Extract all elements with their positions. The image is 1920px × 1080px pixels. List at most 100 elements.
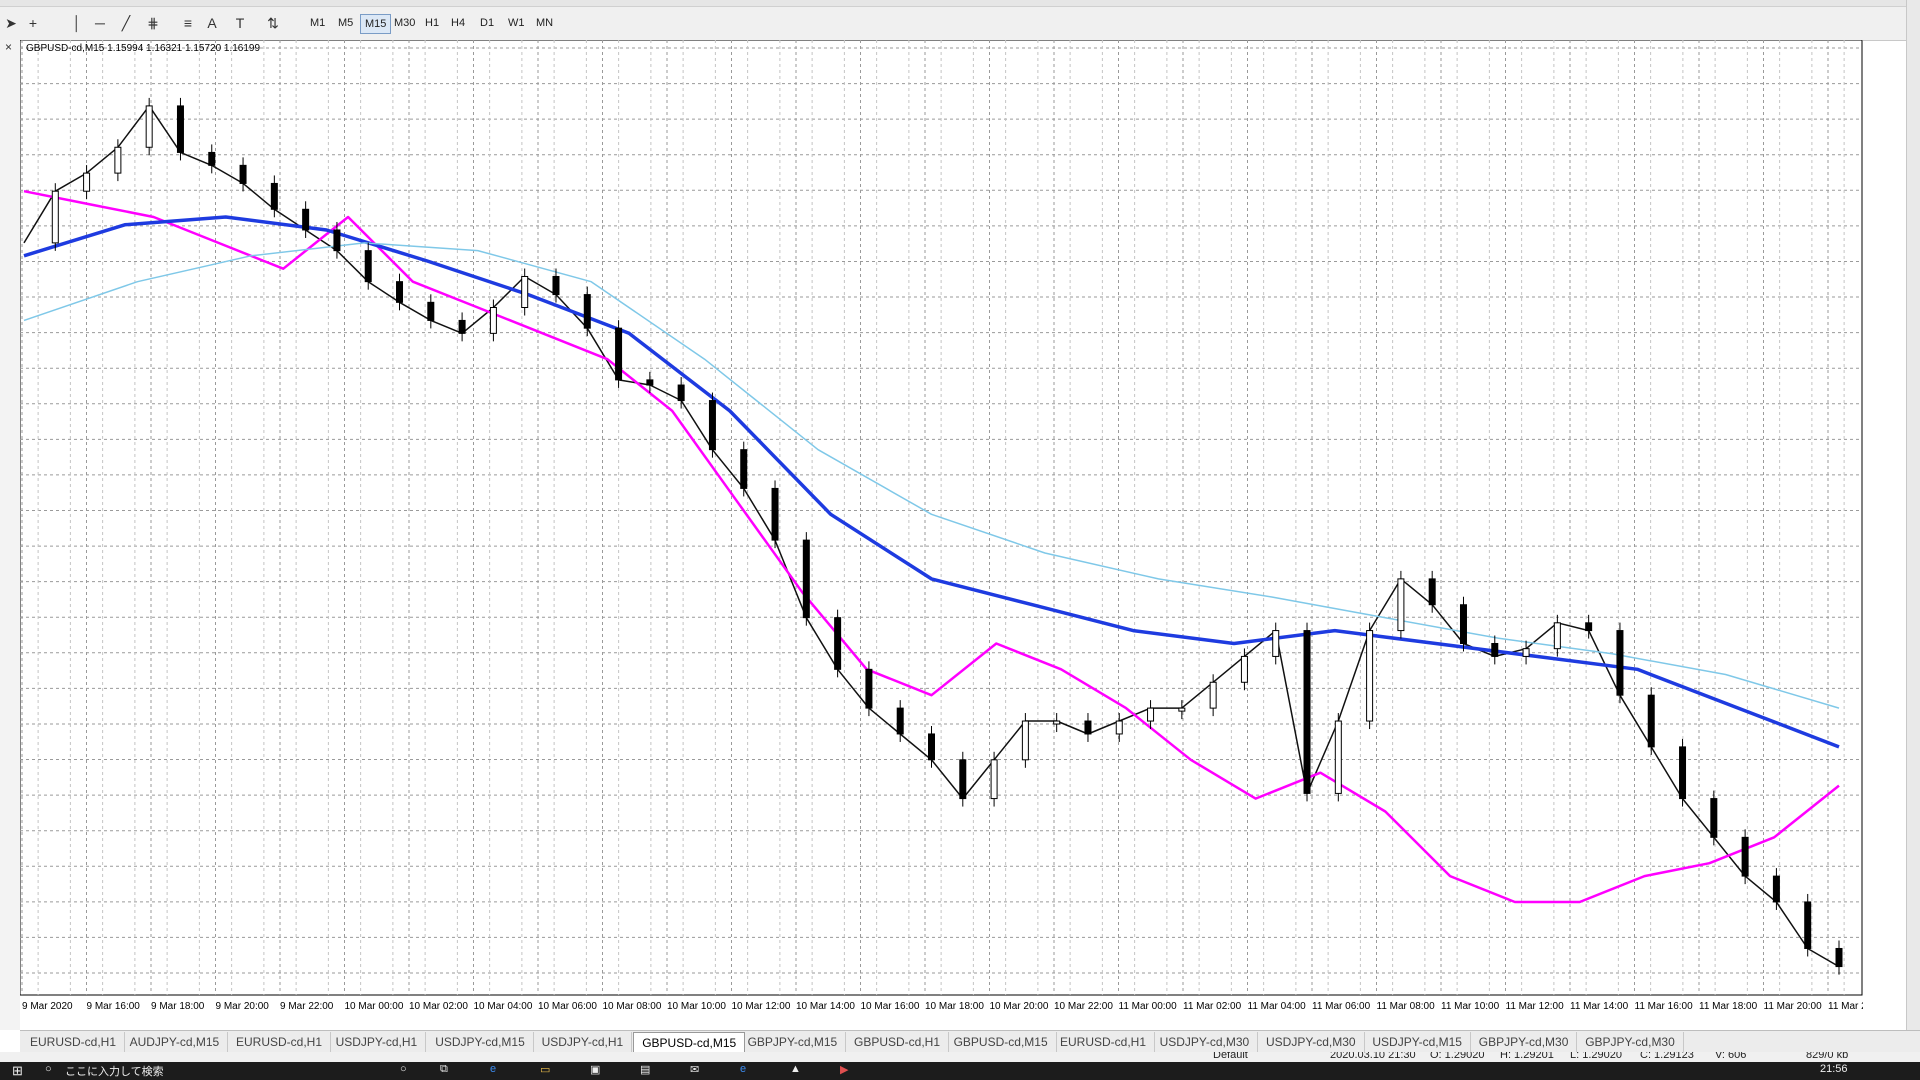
candle-body xyxy=(834,617,842,670)
time-label: 11 Mar 20:00 xyxy=(1764,1001,1823,1012)
candle-body xyxy=(865,668,873,709)
chart-tab[interactable]: GBPUSD-cd,M15 xyxy=(633,1032,746,1053)
text-icon[interactable]: A xyxy=(205,13,219,33)
candle-body xyxy=(1147,707,1155,722)
text-label-icon[interactable]: T xyxy=(232,13,248,33)
chart-tab[interactable]: EURUSD-cd,H1 xyxy=(228,1032,332,1052)
time-label: 11 Mar 14:00 xyxy=(1570,1001,1629,1012)
candle-body xyxy=(1459,604,1467,644)
trendline-icon[interactable]: ╱ xyxy=(118,13,134,33)
edge-icon[interactable]: e xyxy=(490,1063,496,1075)
right-scrollbar[interactable] xyxy=(1906,0,1920,1052)
app-icon[interactable]: ▤ xyxy=(640,1063,650,1076)
candle-body xyxy=(1647,694,1655,748)
status-profile: Default xyxy=(1213,1052,1248,1061)
candle-body xyxy=(1491,642,1499,657)
chart-tab[interactable]: USDJPY-cd,H1 xyxy=(534,1032,633,1052)
candle-body xyxy=(1585,622,1593,632)
candle-body xyxy=(740,449,748,489)
candle-body xyxy=(1522,648,1530,657)
timeframe-d1[interactable]: D1 xyxy=(476,14,498,32)
time-label: 11 Mar 00:00 xyxy=(1119,1001,1178,1012)
taskbar: ⊞ ○ ここに入力して検索 ○ ⧉ e ▭ ▣ ▤ ✉ e ▲ ▶ 21:56 xyxy=(0,1062,1920,1080)
store-icon[interactable]: ▣ xyxy=(590,1063,600,1076)
candle-body xyxy=(208,151,216,166)
candle-body xyxy=(1303,630,1311,794)
chart-tab[interactable]: GBPJPY-cd,M15 xyxy=(740,1032,847,1052)
candle-body xyxy=(1084,720,1092,735)
arrows-icon[interactable]: ⇅ xyxy=(262,13,284,33)
navigator-strip[interactable] xyxy=(0,40,21,1030)
timeframe-m5[interactable]: M5 xyxy=(334,14,357,32)
chart-tab[interactable]: GBPJPY-cd,M30 xyxy=(1577,1032,1684,1052)
timeframe-w1[interactable]: W1 xyxy=(504,14,529,32)
time-label: 11 Mar 06:00 xyxy=(1312,1001,1371,1012)
candle-body xyxy=(896,707,904,735)
time-label: 9 Mar 20:00 xyxy=(216,1001,270,1012)
candle-body xyxy=(333,229,341,252)
candle-body xyxy=(1334,720,1342,794)
time-label: 11 Mar 22:00 xyxy=(1828,1001,1863,1012)
metatrader-icon[interactable]: ▲ xyxy=(790,1063,801,1075)
candle-body xyxy=(771,487,779,541)
mail-icon[interactable]: ✉ xyxy=(690,1063,699,1076)
active-app-icon[interactable]: ▶ xyxy=(840,1063,848,1076)
chart-tab[interactable]: USDJPY-cd,M15 xyxy=(427,1032,534,1052)
horizontal-line-icon[interactable]: ─ xyxy=(92,13,108,33)
crosshair-icon[interactable]: + xyxy=(26,13,40,33)
search-icon[interactable]: ○ xyxy=(45,1063,52,1075)
chart-tab[interactable]: EURUSD-cd,H1 xyxy=(1052,1032,1156,1052)
time-label: 10 Mar 18:00 xyxy=(925,1001,984,1012)
start-icon[interactable]: ⊞ xyxy=(12,1063,23,1079)
chart-tab[interactable]: USDJPY-cd,M15 xyxy=(1364,1032,1471,1052)
candle-body xyxy=(270,182,278,210)
candle-body xyxy=(1115,720,1123,735)
chart-tab[interactable]: AUDJPY-cd,M15 xyxy=(122,1032,229,1052)
ie-icon[interactable]: e xyxy=(740,1063,746,1075)
time-label: 10 Mar 14:00 xyxy=(796,1001,855,1012)
time-label: 11 Mar 18:00 xyxy=(1699,1001,1758,1012)
chart-tab[interactable]: GBPJPY-cd,M30 xyxy=(1471,1032,1578,1052)
time-label: 11 Mar 02:00 xyxy=(1183,1001,1242,1012)
explorer-icon[interactable]: ▭ xyxy=(540,1063,550,1076)
candle-body xyxy=(583,294,591,329)
timeframe-mn[interactable]: MN xyxy=(532,14,557,32)
time-label: 10 Mar 16:00 xyxy=(861,1001,920,1012)
chart-tab[interactable]: USDJPY-cd,M30 xyxy=(1258,1032,1365,1052)
taskbar-search-input[interactable]: ここに入力して検索 xyxy=(65,1063,164,1079)
task-view-icon[interactable]: ⧉ xyxy=(440,1063,448,1076)
price-chart[interactable]: 1.316351.314901.313501.312101.310651.309… xyxy=(19,39,1903,1030)
candle-body xyxy=(1178,707,1186,712)
status-close: C: 1.29123 xyxy=(1640,1052,1694,1061)
timeframe-m1[interactable]: M1 xyxy=(306,14,329,32)
candle-body xyxy=(552,275,560,296)
chart-tab[interactable]: GBPUSD-cd,H1 xyxy=(846,1032,950,1052)
time-label: 11 Mar 12:00 xyxy=(1506,1001,1565,1012)
candle-body xyxy=(145,105,153,148)
cursor-icon[interactable]: ➤ xyxy=(4,13,18,33)
candle-body xyxy=(1021,720,1029,761)
chart-tab[interactable]: EURUSD-cd,H1 xyxy=(22,1032,126,1052)
time-label: 10 Mar 20:00 xyxy=(990,1001,1049,1012)
candle-body xyxy=(1240,655,1248,683)
chart-tab[interactable]: GBPUSD-cd,M15 xyxy=(946,1032,1057,1052)
time-label: 9 Mar 16:00 xyxy=(87,1001,141,1012)
cortana-icon[interactable]: ○ xyxy=(400,1063,407,1075)
candle-body xyxy=(1366,630,1374,722)
candle-body xyxy=(1835,947,1843,968)
vertical-line-icon[interactable]: │ xyxy=(70,13,84,33)
close-icon[interactable]: × xyxy=(5,40,12,54)
chart-tab[interactable]: USDJPY-cd,M30 xyxy=(1152,1032,1259,1052)
candle-body xyxy=(239,164,247,184)
timeframe-m30[interactable]: M30 xyxy=(390,14,419,32)
candle-body xyxy=(990,759,998,800)
time-label: 10 Mar 06:00 xyxy=(538,1001,597,1012)
candle-body xyxy=(114,146,122,174)
candle-body xyxy=(396,281,404,303)
timeframe-h1[interactable]: H1 xyxy=(421,14,443,32)
fibonacci-icon[interactable]: ≡ xyxy=(180,13,196,33)
timeframe-m15[interactable]: M15 xyxy=(360,14,392,34)
channel-icon[interactable]: ⋕ xyxy=(145,13,161,33)
timeframe-h4[interactable]: H4 xyxy=(447,14,469,32)
chart-tab[interactable]: USDJPY-cd,H1 xyxy=(328,1032,427,1052)
